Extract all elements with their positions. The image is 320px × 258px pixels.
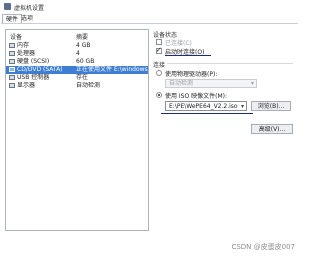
window-title: 虚拟机设置 [14, 5, 45, 12]
iso-path-combobox[interactable]: E:\PE\WePE64_V2.2.iso ▾ [165, 101, 247, 111]
device-summary: 60 GB [76, 58, 95, 65]
device-row-processor[interactable]: 处理器 4 [6, 50, 148, 58]
memory-icon [9, 43, 15, 48]
device-row-display[interactable]: 显示器 自动检测 [6, 82, 148, 90]
tab-bar: 硬件 选项 [0, 13, 300, 24]
device-summary: 自动检测 [76, 82, 101, 89]
device-row-memory[interactable]: 内存 4 GB [6, 42, 148, 50]
summary-column-header: 摘要 [76, 34, 89, 41]
device-row-usb-controller[interactable]: USB 控制器 存在 [6, 74, 148, 82]
connected-label: 已连接(C) [165, 40, 192, 47]
browse-button[interactable]: 浏览(B)... [251, 101, 291, 111]
device-summary: 4 [76, 50, 80, 57]
iso-image-label: 使用 ISO 映像文件(M): [165, 93, 227, 100]
disk-icon [9, 59, 15, 64]
physical-drive-label: 使用物理驱动器(P): [165, 71, 218, 78]
device-name: 硬盘 (SCSI) [17, 58, 50, 65]
connection-divider [167, 63, 293, 64]
title-bar: 虚拟机设置 [0, 0, 300, 13]
connected-checkbox[interactable] [156, 39, 162, 45]
physical-drive-radio[interactable] [156, 70, 162, 76]
device-summary: 4 GB [76, 42, 91, 49]
device-list-header: 设备 摘要 [6, 30, 148, 41]
device-column-header: 设备 [10, 34, 23, 41]
chevron-down-icon[interactable]: ▾ [241, 102, 244, 111]
annotation-underline [161, 113, 253, 114]
iso-path-value: E:\PE\WePE64_V2.2.iso [169, 103, 238, 110]
cpu-icon [9, 51, 15, 56]
device-list: 设备 摘要 内存 4 GB 处理器 4 硬盘 (SCSI) 60 GB CD/D… [5, 29, 149, 231]
device-name: USB 控制器 [17, 74, 50, 81]
tab-options[interactable]: 选项 [18, 14, 36, 23]
advanced-button[interactable]: 高级(V)... [251, 124, 293, 134]
physical-drive-value: 自动检测 [169, 80, 194, 87]
cd-icon [9, 67, 15, 72]
device-name: CD/DVD (SATA) [17, 66, 63, 73]
connect-on-power-on-checkbox[interactable] [156, 46, 162, 54]
hardware-panel: 设备 摘要 内存 4 GB 处理器 4 硬盘 (SCSI) 60 GB CD/D… [1, 23, 298, 234]
device-name: 显示器 [17, 82, 36, 89]
physical-drive-select[interactable]: 自动检测 ▾ [165, 79, 257, 88]
monitor-icon [9, 83, 15, 88]
iso-image-radio[interactable] [156, 92, 162, 98]
device-row-hard-disk[interactable]: 硬盘 (SCSI) 60 GB [6, 58, 148, 66]
connection-title: 连接 [153, 62, 166, 69]
device-row-cd-dvd[interactable]: CD/DVD (SATA) 正在使用文件 E:\windows10\u... [6, 66, 148, 74]
device-name: 处理器 [17, 50, 36, 57]
watermark: CSDN @皮蛋皮007 [231, 243, 295, 251]
device-summary: 存在 [76, 74, 89, 81]
usb-icon [9, 75, 15, 80]
annotation-underline [165, 55, 211, 56]
device-summary: 正在使用文件 E:\windows10\u... [76, 66, 148, 73]
vm-settings-icon [4, 3, 11, 10]
chevron-down-icon: ▾ [250, 80, 254, 87]
device-name: 内存 [17, 42, 30, 49]
